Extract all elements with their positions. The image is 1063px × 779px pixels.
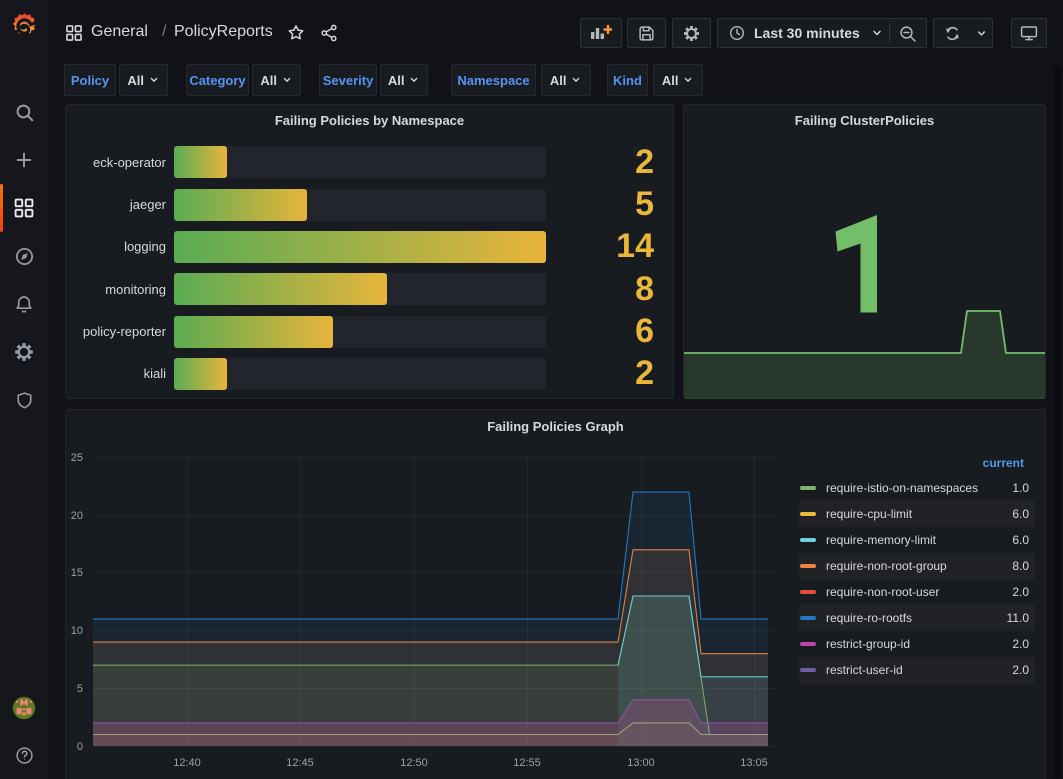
svg-text:5: 5 xyxy=(77,683,83,695)
svg-text:13:05: 13:05 xyxy=(740,757,768,769)
svg-text:25: 25 xyxy=(71,452,83,464)
svg-text:0: 0 xyxy=(77,741,83,753)
svg-text:10: 10 xyxy=(71,625,83,637)
svg-text:15: 15 xyxy=(71,567,83,579)
svg-text:12:55: 12:55 xyxy=(513,757,541,769)
svg-text:12:50: 12:50 xyxy=(400,757,428,769)
svg-text:20: 20 xyxy=(71,510,83,522)
svg-text:12:45: 12:45 xyxy=(286,757,314,769)
svg-text:12:40: 12:40 xyxy=(173,757,201,769)
svg-text:13:00: 13:00 xyxy=(627,757,655,769)
